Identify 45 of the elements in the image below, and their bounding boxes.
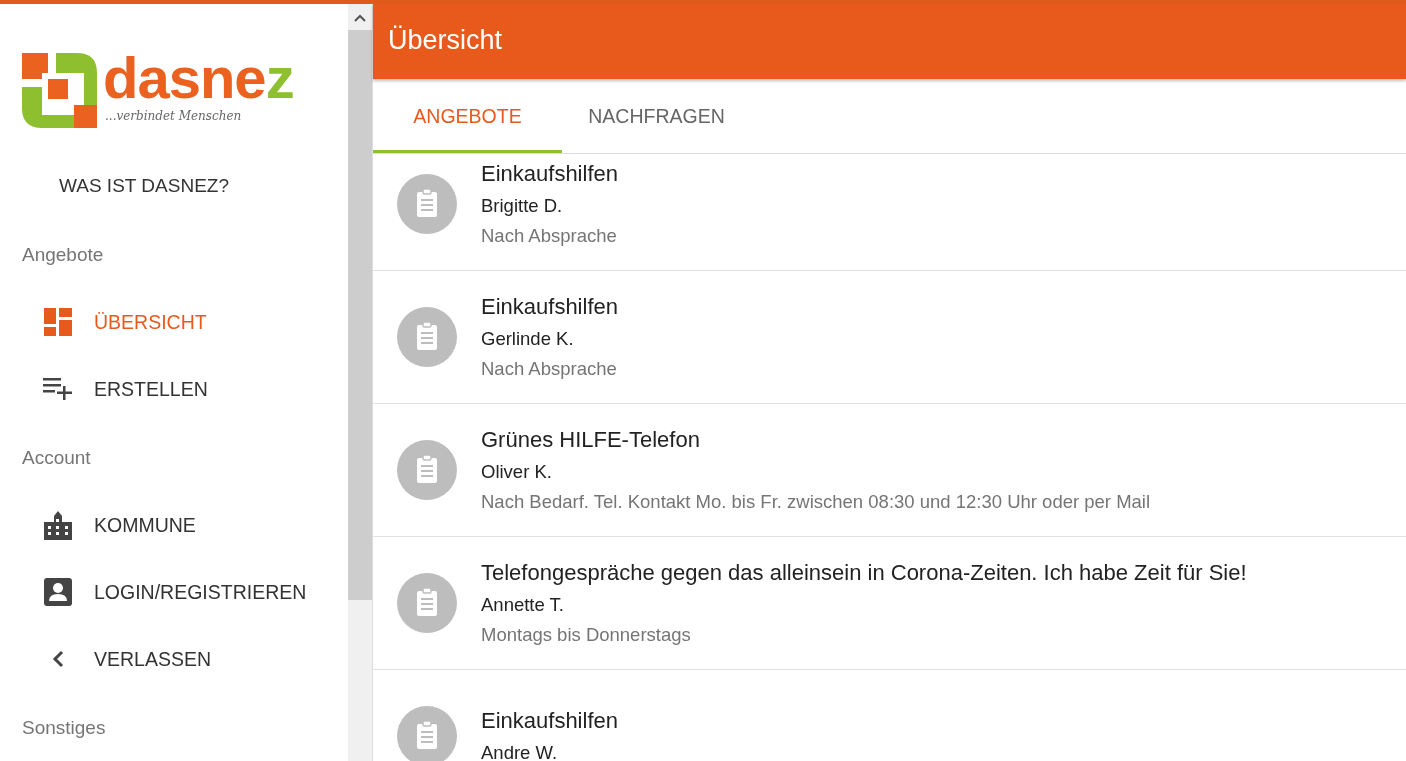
- offer-title: Einkaufshilfen: [481, 161, 618, 187]
- offer-item[interactable]: Einkaufshilfen Andre W.: [373, 670, 1406, 761]
- section-heading: Sonstiges: [22, 716, 107, 740]
- offer-item[interactable]: Telefongespräche gegen das alleinsein in Corona-Zeiten. Ich habe Zeit für Sie! Annette T. Montags bis Donnerstags: [373, 537, 1406, 670]
- offer-availability: Nach Bedarf. Tel. Kontakt Mo. bis Fr. zwischen 08:30 und 12:30 Uhr oder per Mail: [481, 491, 1151, 513]
- nav-item[interactable]: VERLASSEN: [22, 647, 348, 671]
- about-link[interactable]: WAS IST DASNEZ?: [59, 174, 229, 198]
- offer-person: Brigitte D.: [481, 195, 564, 217]
- nav-item[interactable]: ÜBERSICHT: [22, 310, 348, 334]
- offer-title: Grünes HILFE-Telefon: [481, 427, 701, 453]
- offer-availability: Montags bis Donnerstags: [481, 624, 692, 646]
- nav-item[interactable]: ERSTELLEN: [22, 377, 348, 401]
- logo-icon: [22, 53, 97, 128]
- offer-title: Einkaufshilfen: [481, 294, 618, 320]
- scroll-up-icon[interactable]: [354, 14, 366, 22]
- clipboard-icon: [397, 174, 457, 234]
- section-heading: Account: [22, 446, 92, 470]
- brand-name: dasnez: [103, 53, 294, 103]
- building-icon: [44, 510, 72, 540]
- dashboard-icon: [44, 308, 72, 336]
- tab[interactable]: NACHFRAGEN: [562, 79, 751, 153]
- clipboard-icon: [397, 307, 457, 367]
- offer-item[interactable]: Einkaufshilfen Brigitte D. Nach Absprache: [373, 154, 1406, 271]
- nav-item[interactable]: KOMMUNE: [22, 513, 348, 537]
- offer-person: Annette T.: [481, 594, 565, 616]
- tab[interactable]: ANGEBOTE: [373, 79, 562, 153]
- nav-item[interactable]: LOGIN/REGISTRIEREN: [22, 580, 348, 604]
- page-title: Übersicht: [388, 25, 503, 56]
- account-box-icon: [44, 578, 72, 606]
- brand-tagline: ...verbindet Menschen: [105, 109, 243, 123]
- scrollbar[interactable]: [348, 4, 373, 761]
- clipboard-icon: [397, 573, 457, 633]
- offer-person: Gerlinde K.: [481, 328, 575, 350]
- offer-person: Andre W.: [481, 742, 559, 761]
- offer-item[interactable]: Einkaufshilfen Gerlinde K. Nach Absprache: [373, 271, 1406, 404]
- clipboard-icon: [397, 440, 457, 500]
- offer-person: Oliver K.: [481, 461, 553, 483]
- offer-title: Telefongespräche gegen das alleinsein in Corona-Zeiten. Ich habe Zeit für Sie!: [481, 560, 1247, 586]
- chevron-left-icon: [52, 650, 64, 668]
- offer-availability: Nach Absprache: [481, 225, 618, 247]
- offer-availability: Nach Absprache: [481, 358, 618, 380]
- offer-item[interactable]: Grünes HILFE-Telefon Oliver K. Nach Bedarf. Tel. Kontakt Mo. bis Fr. zwischen 08:30 und 12:30 Uhr oder per Mail: [373, 404, 1406, 537]
- offer-title: Einkaufshilfen: [481, 708, 618, 734]
- section-heading: Angebote: [22, 243, 105, 267]
- list-add-icon: [43, 378, 73, 400]
